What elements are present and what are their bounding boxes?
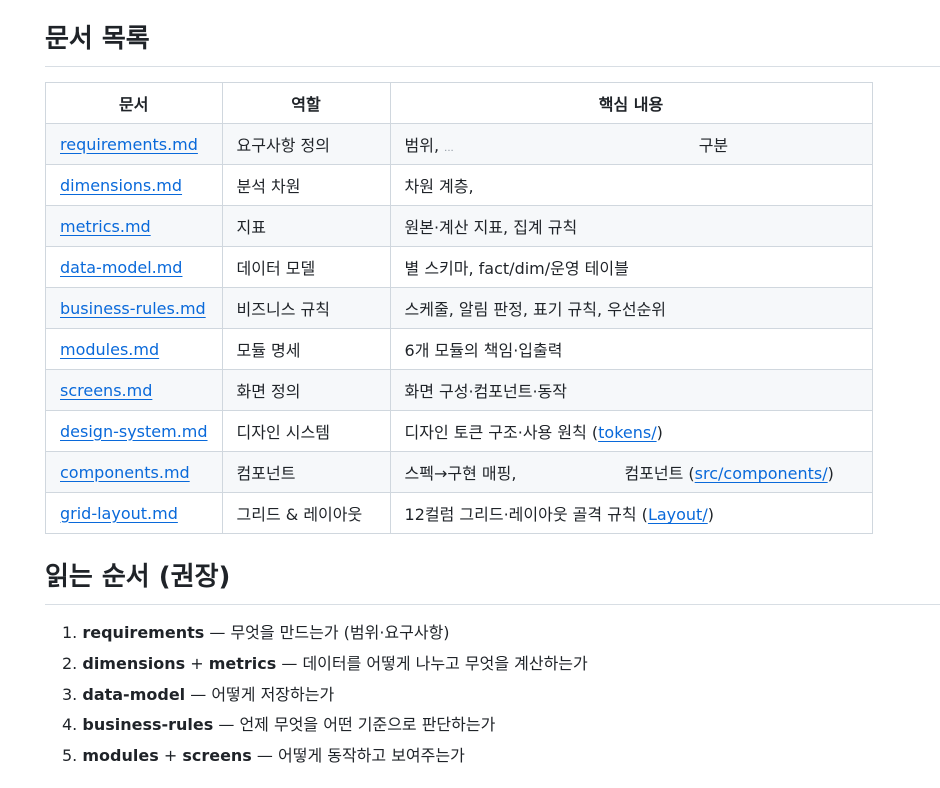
table-row: dimensions.md 분석 차원 차원 계층, (45, 164, 873, 206)
core-text-end: ) (656, 423, 663, 442)
table-header-row: 문서 역할 핵심 내용 (45, 82, 873, 124)
list-item-keyword: business-rules (82, 715, 214, 735)
doc-cell: metrics.md (45, 205, 223, 247)
list-item-joiner: + (185, 653, 209, 673)
list-item-text: — 어떻게 동작하고 보여주는가 (251, 746, 465, 766)
core-text: 차원 계층, (404, 177, 474, 196)
core-cell: 화면 구성·컴포넌트·동작 (389, 369, 873, 411)
core-text: 디자인 토큰 구조·사용 원칙 ( (404, 423, 599, 442)
table-row: components.md 컴포넌트 스펙→구현 매핑, 컴포넌트 (src/co… (45, 451, 873, 493)
role-cell: 분석 차원 (221, 164, 391, 206)
list-item: 2. dimensions + metrics — 데이터를 어떻게 나누고 무… (62, 649, 588, 680)
doc-cell: screens.md (45, 369, 223, 411)
doc-link-design-system[interactable]: design-system.md (60, 422, 208, 441)
doc-link-metrics[interactable]: metrics.md (60, 217, 151, 236)
doc-cell: data-model.md (45, 246, 223, 288)
role-cell: 비즈니스 규칙 (221, 287, 391, 329)
list-item-joiner: + (158, 746, 183, 766)
role-cell: 지표 (221, 205, 391, 247)
core-text: 범위, (404, 136, 445, 155)
role-cell: 모듈 명세 (221, 328, 391, 370)
docs-table: 문서 역할 핵심 내용 requirements.md 요구사항 정의 범위, … (45, 82, 873, 534)
layout-link[interactable]: Layout/ (648, 505, 708, 524)
doc-link-business-rules[interactable]: business-rules.md (60, 299, 206, 318)
doc-cell: components.md (45, 451, 223, 493)
doc-cell: modules.md (45, 328, 223, 370)
core-text-mid: 컴포넌트 ( (624, 464, 695, 483)
core-dots: ... (444, 143, 454, 154)
list-item: 5. modules + screens — 어떻게 동작하고 보여주는가 (62, 741, 588, 772)
list-item-keyword: requirements (82, 623, 205, 642)
tokens-link[interactable]: tokens/ (598, 423, 656, 442)
core-cell: 범위, ... 구분 (389, 123, 873, 165)
table-row: business-rules.md 비즈니스 규칙 스케줄, 알림 판정, 표기… (45, 287, 873, 329)
list-number: 2. (62, 653, 78, 673)
src-components-link[interactable]: src/components/ (695, 464, 828, 483)
doc-cell: design-system.md (45, 410, 223, 452)
header-doc: 문서 (45, 82, 223, 124)
core-cell: 디자인 토큰 구조·사용 원칙 (tokens/) (389, 410, 873, 452)
core-text-end: ) (707, 505, 714, 524)
list-item-keyword-2: metrics (208, 653, 277, 673)
list-item-text: — 데이터를 어떻게 나누고 무엇을 계산하는가 (276, 653, 588, 673)
doc-link-grid-layout[interactable]: grid-layout.md (60, 504, 178, 523)
table-row: metrics.md 지표 원본·계산 지표, 집계 규칙 (45, 205, 873, 247)
header-role: 역할 (221, 82, 391, 124)
section-heading-docs: 문서 목록 (45, 22, 940, 67)
doc-cell: dimensions.md (45, 164, 223, 206)
role-cell: 요구사항 정의 (221, 123, 391, 165)
doc-link-components[interactable]: components.md (60, 463, 190, 482)
core-text: 스펙→구현 매핑, (404, 464, 517, 483)
doc-link-screens[interactable]: screens.md (60, 381, 152, 400)
doc-cell: grid-layout.md (45, 492, 223, 534)
list-number: 4. (62, 715, 78, 735)
doc-link-requirements[interactable]: requirements.md (60, 135, 198, 154)
table-row: modules.md 모듈 명세 6개 모듈의 책임·입출력 (45, 328, 873, 370)
reading-order-list: 1. requirements — 무엇을 만드는가 (범위·요구사항) 2. … (45, 618, 588, 772)
doc-link-modules[interactable]: modules.md (60, 340, 159, 359)
header-core: 핵심 내용 (389, 82, 873, 124)
list-item-text: — 언제 무엇을 어떤 기준으로 판단하는가 (213, 715, 496, 735)
core-cell: 6개 모듈의 책임·입출력 (389, 328, 873, 370)
list-item: 3. data-model — 어떻게 저장하는가 (62, 680, 588, 711)
list-item: 4. business-rules — 언제 무엇을 어떤 기준으로 판단하는가 (62, 710, 588, 741)
doc-link-dimensions[interactable]: dimensions.md (60, 176, 182, 195)
role-cell: 디자인 시스템 (221, 410, 391, 452)
core-text-end: ) (827, 464, 834, 483)
doc-cell: requirements.md (45, 123, 223, 165)
list-item-keyword: data-model (82, 684, 186, 704)
doc-cell: business-rules.md (45, 287, 223, 329)
redacted-block (473, 178, 694, 197)
list-number: 3. (62, 684, 78, 704)
section-heading-reading-order: 읽는 순서 (권장) (45, 560, 940, 605)
core-cell: 원본·계산 지표, 집계 규칙 (389, 205, 873, 247)
table-row: screens.md 화면 정의 화면 구성·컴포넌트·동작 (45, 369, 873, 411)
table-row: requirements.md 요구사항 정의 범위, ... 구분 (45, 123, 873, 165)
table-row: design-system.md 디자인 시스템 디자인 토큰 구조·사용 원칙… (45, 410, 873, 452)
core-cell: 차원 계층, (389, 164, 873, 206)
list-item-keyword-2: screens (182, 746, 252, 766)
list-number: 1. (62, 623, 78, 642)
role-cell: 화면 정의 (221, 369, 391, 411)
list-item: 1. requirements — 무엇을 만드는가 (범위·요구사항) (62, 618, 588, 649)
table-row: data-model.md 데이터 모델 별 스키마, fact/dim/운영 … (45, 246, 873, 288)
doc-link-data-model[interactable]: data-model.md (60, 258, 182, 277)
list-item-text: — 어떻게 저장하는가 (185, 684, 335, 704)
table-row: grid-layout.md 그리드 & 레이아웃 12컬럼 그리드·레이아웃 … (45, 492, 873, 534)
core-cell: 스펙→구현 매핑, 컴포넌트 (src/components/) (389, 451, 873, 493)
core-text: 12컬럼 그리드·레이아웃 골격 규칙 ( (404, 505, 648, 524)
list-item-keyword: dimensions (82, 653, 186, 673)
core-cell: 스케줄, 알림 판정, 표기 규칙, 우선순위 (389, 287, 873, 329)
list-item-keyword: modules (82, 746, 159, 766)
list-number: 5. (62, 746, 78, 766)
role-cell: 컴포넌트 (221, 451, 391, 493)
core-text-end: 구분 (698, 136, 729, 155)
role-cell: 그리드 & 레이아웃 (221, 492, 391, 534)
list-item-text: — 무엇을 만드는가 (범위·요구사항) (204, 623, 450, 642)
core-cell: 별 스키마, fact/dim/운영 테이블 (389, 246, 873, 288)
core-cell: 12컬럼 그리드·레이아웃 골격 규칙 (Layout/) (389, 492, 873, 534)
role-cell: 데이터 모델 (221, 246, 391, 288)
